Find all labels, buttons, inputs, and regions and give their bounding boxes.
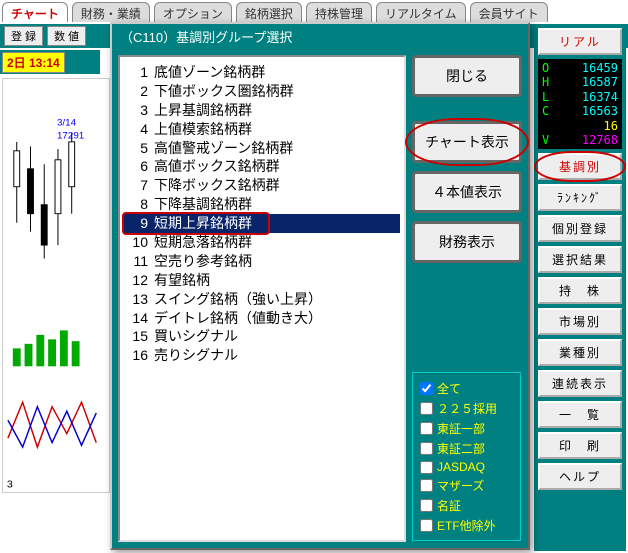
tab-select[interactable]: 銘柄選択 <box>236 2 302 22</box>
btn-close[interactable]: 閉じる <box>412 55 522 97</box>
quote-row: H16587 <box>542 75 618 89</box>
tab-option[interactable]: オプション <box>154 2 232 22</box>
check-input-7[interactable] <box>420 519 433 532</box>
right-btn-8[interactable]: 一 覧 <box>538 401 622 428</box>
quote-row: O16459 <box>542 61 618 75</box>
check-input-1[interactable] <box>420 402 433 415</box>
check-7[interactable]: ETF他除外 <box>420 517 514 534</box>
list-item[interactable]: 16売りシグナル <box>124 346 400 365</box>
dialog-right-column: 閉じる チャート表示 ４本値表示 財務表示 全て ２２５採用 東証一部 東証二部… <box>412 55 522 542</box>
tab-member[interactable]: 会員サイト <box>470 2 548 22</box>
list-item[interactable]: 9短期上昇銘柄群 <box>124 214 400 233</box>
quote-row: C16563 <box>542 104 618 118</box>
check-input-2[interactable] <box>420 422 433 435</box>
right-btn-3[interactable]: 選択結果 <box>538 246 622 273</box>
list-item[interactable]: 4上値模索銘柄群 <box>124 120 400 139</box>
chart-axis-label: 3 <box>7 480 13 490</box>
right-btn-1[interactable]: ﾗﾝｷﾝｸﾞ <box>538 184 622 211</box>
list-item[interactable]: 1底値ゾーン銘柄群 <box>124 63 400 82</box>
check-1[interactable]: ２２５採用 <box>420 400 514 417</box>
quote-box: O16459H16587L16374C1656316V12768 <box>538 59 622 149</box>
tab-chart[interactable]: チャート <box>2 2 68 22</box>
right-btn-6[interactable]: 業種別 <box>538 339 622 366</box>
list-item[interactable]: 13スイング銘柄（強い上昇） <box>124 290 400 309</box>
chart-value-label: 17291 <box>57 130 84 140</box>
btn-chart-display[interactable]: チャート表示 <box>412 121 522 163</box>
check-input-3[interactable] <box>420 442 433 455</box>
list-item[interactable]: 11空売り参考銘柄 <box>124 252 400 271</box>
check-input-0[interactable] <box>420 382 433 395</box>
list-item[interactable]: 15買いシグナル <box>124 327 400 346</box>
list-item[interactable]: 12有望銘柄 <box>124 271 400 290</box>
btn-finance-display[interactable]: 財務表示 <box>412 221 522 263</box>
check-4[interactable]: JASDAQ <box>420 460 514 474</box>
right-btn-0[interactable]: 基調別 <box>538 153 622 180</box>
list-item[interactable]: 3上昇基調銘柄群 <box>124 101 400 120</box>
list-item[interactable]: 5高値警戒ゾーン銘柄群 <box>124 139 400 158</box>
right-btn-2[interactable]: 個別登録 <box>538 215 622 242</box>
group-select-dialog: （C110）基調別グループ選択 1底値ゾーン銘柄群2下値ボックス圏銘柄群3上昇基… <box>110 22 530 550</box>
check-input-4[interactable] <box>420 461 433 474</box>
dialog-title: （C110）基調別グループ選択 <box>112 24 528 49</box>
background-chart: 3/14 17291 3 <box>2 78 110 493</box>
current-time: 2日 13:14 <box>2 52 65 73</box>
list-item[interactable]: 7下降ボックス銘柄群 <box>124 176 400 195</box>
quote-row: 16 <box>542 119 618 133</box>
right-btn-4[interactable]: 持 株 <box>538 277 622 304</box>
check-2[interactable]: 東証一部 <box>420 420 514 437</box>
right-btn-5[interactable]: 市場別 <box>538 308 622 335</box>
chart-date-label: 3/14 <box>57 117 76 127</box>
quote-row: V12768 <box>542 133 618 147</box>
list-item[interactable]: 8下降基調銘柄群 <box>124 195 400 214</box>
check-3[interactable]: 東証二部 <box>420 440 514 457</box>
list-item[interactable]: 2下値ボックス圏銘柄群 <box>124 82 400 101</box>
filter-checks: 全て ２２５採用 東証一部 東証二部 JASDAQ マザーズ 名証 ETF他除外 <box>412 372 522 542</box>
list-item[interactable]: 6高値ボックス銘柄群 <box>124 157 400 176</box>
check-input-5[interactable] <box>420 479 433 492</box>
quote-row: L16374 <box>542 90 618 104</box>
list-item[interactable]: 14デイトレ銘柄（値動き大） <box>124 309 400 328</box>
right-panel: リアル O16459H16587L16374C1656316V12768 基調別… <box>534 24 626 551</box>
check-5[interactable]: マザーズ <box>420 477 514 494</box>
check-6[interactable]: 名証 <box>420 497 514 514</box>
right-btn-7[interactable]: 連続表示 <box>538 370 622 397</box>
main-tabs: チャート 財務・業績 オプション 銘柄選択 持株管理 リアルタイム 会員サイト <box>0 2 628 22</box>
tab-holdings[interactable]: 持株管理 <box>306 2 372 22</box>
btn-value[interactable]: 数 値 <box>47 26 86 46</box>
check-0[interactable]: 全て <box>420 380 514 397</box>
tab-finance[interactable]: 財務・業績 <box>72 2 150 22</box>
btn-register[interactable]: 登 録 <box>4 26 43 46</box>
group-listbox[interactable]: 1底値ゾーン銘柄群2下値ボックス圏銘柄群3上昇基調銘柄群4上値模索銘柄群5高値警… <box>118 55 406 542</box>
btn-realtime[interactable]: リアル <box>538 28 622 55</box>
right-btn-10[interactable]: ヘルプ <box>538 463 622 490</box>
date-bar: 2日 13:14 <box>0 50 100 74</box>
right-btn-9[interactable]: 印 刷 <box>538 432 622 459</box>
tab-realtime[interactable]: リアルタイム <box>376 2 466 22</box>
check-input-6[interactable] <box>420 499 433 512</box>
btn-four-value[interactable]: ４本値表示 <box>412 171 522 213</box>
list-item[interactable]: 10短期急落銘柄群 <box>124 233 400 252</box>
